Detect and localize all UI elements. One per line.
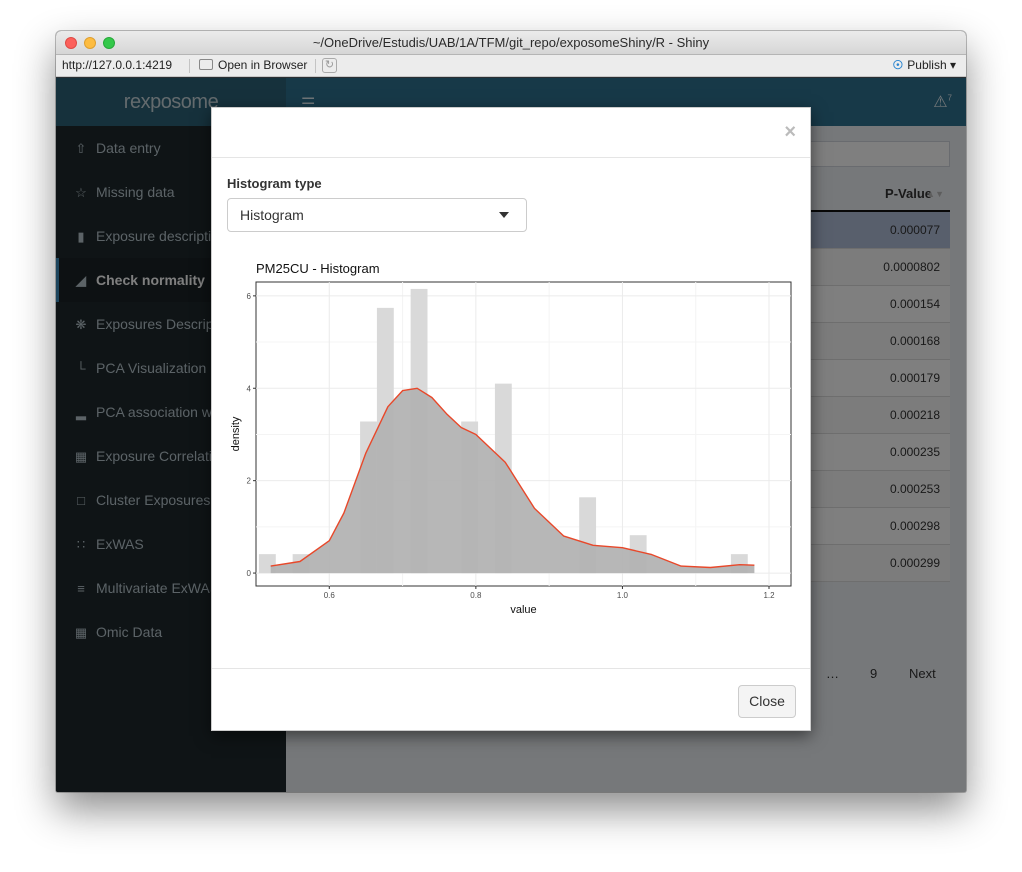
- window-titlebar: ~/OneDrive/Estudis/UAB/1A/TFM/git_repo/e…: [56, 31, 966, 55]
- refresh-icon[interactable]: ↻: [322, 58, 337, 73]
- y-axis-label: density: [230, 416, 242, 451]
- histogram-modal: × Histogram type Histogram 0.6 0.8 1.0 1.2 0…: [211, 107, 811, 731]
- x-tick-label: 0.8: [470, 591, 482, 600]
- publish-icon: ☉: [892, 58, 904, 72]
- histogram-type-label: Histogram type: [227, 176, 322, 191]
- y-tick-label: 2: [247, 477, 252, 486]
- histogram-plot: 0.6 0.8 1.0 1.2 0 2 4 6 PM25CU - Histogram value d…: [230, 261, 792, 616]
- toolbar-divider: [189, 59, 190, 73]
- x-tick-label: 1.2: [763, 591, 775, 600]
- modal-header: ×: [212, 108, 810, 158]
- url-text[interactable]: http://127.0.0.1:4219: [62, 55, 172, 76]
- y-tick-label: 0: [247, 569, 252, 578]
- y-tick-label: 6: [247, 292, 252, 301]
- modal-close-icon[interactable]: ×: [784, 122, 796, 142]
- close-button[interactable]: Close: [738, 685, 796, 718]
- x-axis-label: value: [510, 604, 536, 616]
- viewer-toolbar: http://127.0.0.1:4219 Open in Browser ↻ …: [56, 55, 966, 77]
- open-in-browser-label: Open in Browser: [218, 58, 308, 72]
- x-tick-label: 1.0: [617, 591, 629, 600]
- y-tick-label: 4: [247, 384, 252, 393]
- x-tick-label: 0.6: [324, 591, 336, 600]
- toolbar-divider: [315, 59, 316, 73]
- window-title: ~/OneDrive/Estudis/UAB/1A/TFM/git_repo/e…: [312, 35, 710, 50]
- browser-window-icon: [199, 59, 213, 70]
- histogram-type-select[interactable]: Histogram: [227, 198, 527, 232]
- open-in-browser-button[interactable]: Open in Browser: [199, 55, 307, 76]
- chevron-down-icon: [499, 212, 509, 218]
- modal-footer: Close: [212, 668, 810, 730]
- publish-label: Publish: [907, 58, 947, 72]
- chart-title: PM25CU - Histogram: [256, 261, 380, 276]
- select-value: Histogram: [240, 207, 304, 223]
- publish-button[interactable]: ☉ Publish ▾: [893, 55, 956, 76]
